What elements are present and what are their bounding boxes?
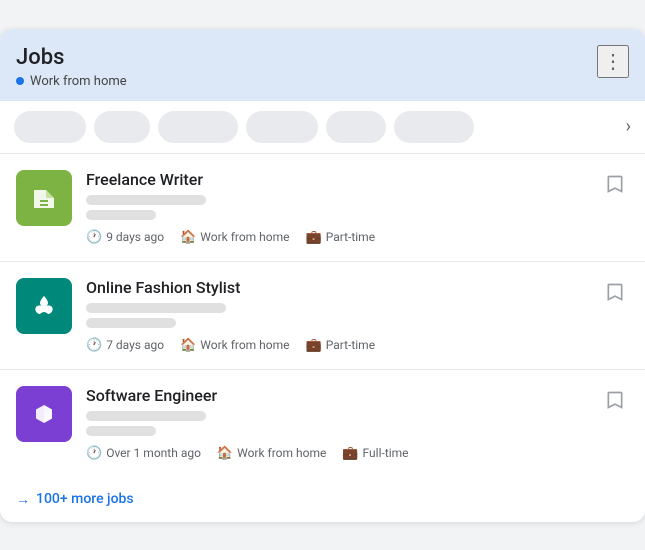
freelance-writer-company-placeholder <box>86 195 206 205</box>
freelance-writer-time-text: 9 days ago <box>106 230 164 244</box>
software-engineer-time-text: Over 1 month ago <box>106 446 201 460</box>
online-fashion-stylist-logo-svg <box>26 288 62 324</box>
online-fashion-stylist-meta: 🕐 7 days ago 🏠 Work from home 💼 Part-tim… <box>86 338 593 353</box>
online-fashion-stylist-detail-placeholder <box>86 318 176 328</box>
software-engineer-content: Software Engineer 🕐 Over 1 month ago 🏠 W… <box>86 386 593 461</box>
freelance-writer-content: Freelance Writer 🕐 9 days ago 🏠 Work fro… <box>86 170 593 245</box>
clock-icon: 🕐 <box>86 230 102 245</box>
header-left: Jobs Work from home <box>16 45 127 89</box>
home-icon: 🏠 <box>180 230 196 245</box>
bookmark-icon <box>605 282 625 302</box>
bag-icon: 💼 <box>306 338 322 353</box>
home-icon: 🏠 <box>217 446 233 461</box>
jobs-header: Jobs Work from home ⋮ <box>0 29 645 101</box>
freelance-writer-time: 🕐 9 days ago <box>86 230 164 245</box>
online-fashion-stylist-location-text: Work from home <box>200 338 289 352</box>
online-fashion-stylist-time-text: 7 days ago <box>106 338 164 352</box>
filter-pill-1[interactable] <box>14 111 86 143</box>
online-fashion-stylist-type: 💼 Part-time <box>306 338 376 353</box>
more-jobs-label: 100+ more jobs <box>36 491 134 507</box>
work-from-home-dot <box>16 77 24 85</box>
software-engineer-meta: 🕐 Over 1 month ago 🏠 Work from home 💼 Fu… <box>86 446 593 461</box>
bag-icon: 💼 <box>306 230 322 245</box>
bag-icon: 💼 <box>342 446 358 461</box>
filter-pill-3[interactable] <box>158 111 238 143</box>
freelance-writer-detail-placeholder <box>86 210 156 220</box>
online-fashion-stylist-location: 🏠 Work from home <box>180 338 289 353</box>
bookmark-icon <box>605 390 625 410</box>
freelance-writer-title: Freelance Writer <box>86 170 593 189</box>
freelance-writer-type: 💼 Part-time <box>306 230 376 245</box>
software-engineer-location-text: Work from home <box>237 446 326 460</box>
freelance-writer-location-text: Work from home <box>200 230 289 244</box>
online-fashion-stylist-logo <box>16 278 72 334</box>
filter-pill-2[interactable] <box>94 111 150 143</box>
online-fashion-stylist-type-text: Part-time <box>326 338 375 352</box>
software-engineer-company-placeholder <box>86 411 206 421</box>
clock-icon: 🕐 <box>86 446 102 461</box>
filter-chevron-right-icon[interactable]: › <box>626 116 631 137</box>
jobs-card: Jobs Work from home ⋮ › <box>0 29 645 522</box>
online-fashion-stylist-content: Online Fashion Stylist 🕐 7 days ago 🏠 Wo… <box>86 278 593 353</box>
software-engineer-time: 🕐 Over 1 month ago <box>86 446 201 461</box>
filter-bar: › <box>0 101 645 154</box>
filter-pill-4[interactable] <box>246 111 318 143</box>
software-engineer-title: Software Engineer <box>86 386 593 405</box>
filter-pill-6[interactable] <box>394 111 474 143</box>
page-title: Jobs <box>16 45 127 70</box>
freelance-writer-logo-svg <box>26 180 62 216</box>
job-item-software-engineer[interactable]: Software Engineer 🕐 Over 1 month ago 🏠 W… <box>0 370 645 477</box>
software-engineer-logo <box>16 386 72 442</box>
more-jobs-arrow: → <box>16 491 30 508</box>
online-fashion-stylist-company-placeholder <box>86 303 226 313</box>
software-engineer-type: 💼 Full-time <box>342 446 408 461</box>
job-item-online-fashion-stylist[interactable]: Online Fashion Stylist 🕐 7 days ago 🏠 Wo… <box>0 262 645 370</box>
job-item-freelance-writer[interactable]: Freelance Writer 🕐 9 days ago 🏠 Work fro… <box>0 154 645 262</box>
job-list: Freelance Writer 🕐 9 days ago 🏠 Work fro… <box>0 154 645 477</box>
filter-pill-5[interactable] <box>326 111 386 143</box>
freelance-writer-location: 🏠 Work from home <box>180 230 289 245</box>
more-jobs-link[interactable]: → 100+ more jobs <box>16 491 134 508</box>
bookmark-icon <box>605 174 625 194</box>
freelance-writer-bookmark-button[interactable] <box>601 170 629 204</box>
software-engineer-logo-svg <box>26 396 62 432</box>
software-engineer-bookmark-button[interactable] <box>601 386 629 420</box>
header-subtitle: Work from home <box>16 74 127 89</box>
more-jobs-section: → 100+ more jobs <box>0 477 645 522</box>
clock-icon: 🕐 <box>86 338 102 353</box>
home-icon: 🏠 <box>180 338 196 353</box>
software-engineer-detail-placeholder <box>86 426 156 436</box>
freelance-writer-logo <box>16 170 72 226</box>
software-engineer-type-text: Full-time <box>363 446 409 460</box>
freelance-writer-meta: 🕐 9 days ago 🏠 Work from home 💼 Part-tim… <box>86 230 593 245</box>
software-engineer-location: 🏠 Work from home <box>217 446 326 461</box>
subtitle-text: Work from home <box>30 74 127 89</box>
online-fashion-stylist-title: Online Fashion Stylist <box>86 278 593 297</box>
online-fashion-stylist-time: 🕐 7 days ago <box>86 338 164 353</box>
freelance-writer-type-text: Part-time <box>326 230 375 244</box>
kebab-menu-button[interactable]: ⋮ <box>597 45 629 78</box>
online-fashion-stylist-bookmark-button[interactable] <box>601 278 629 312</box>
